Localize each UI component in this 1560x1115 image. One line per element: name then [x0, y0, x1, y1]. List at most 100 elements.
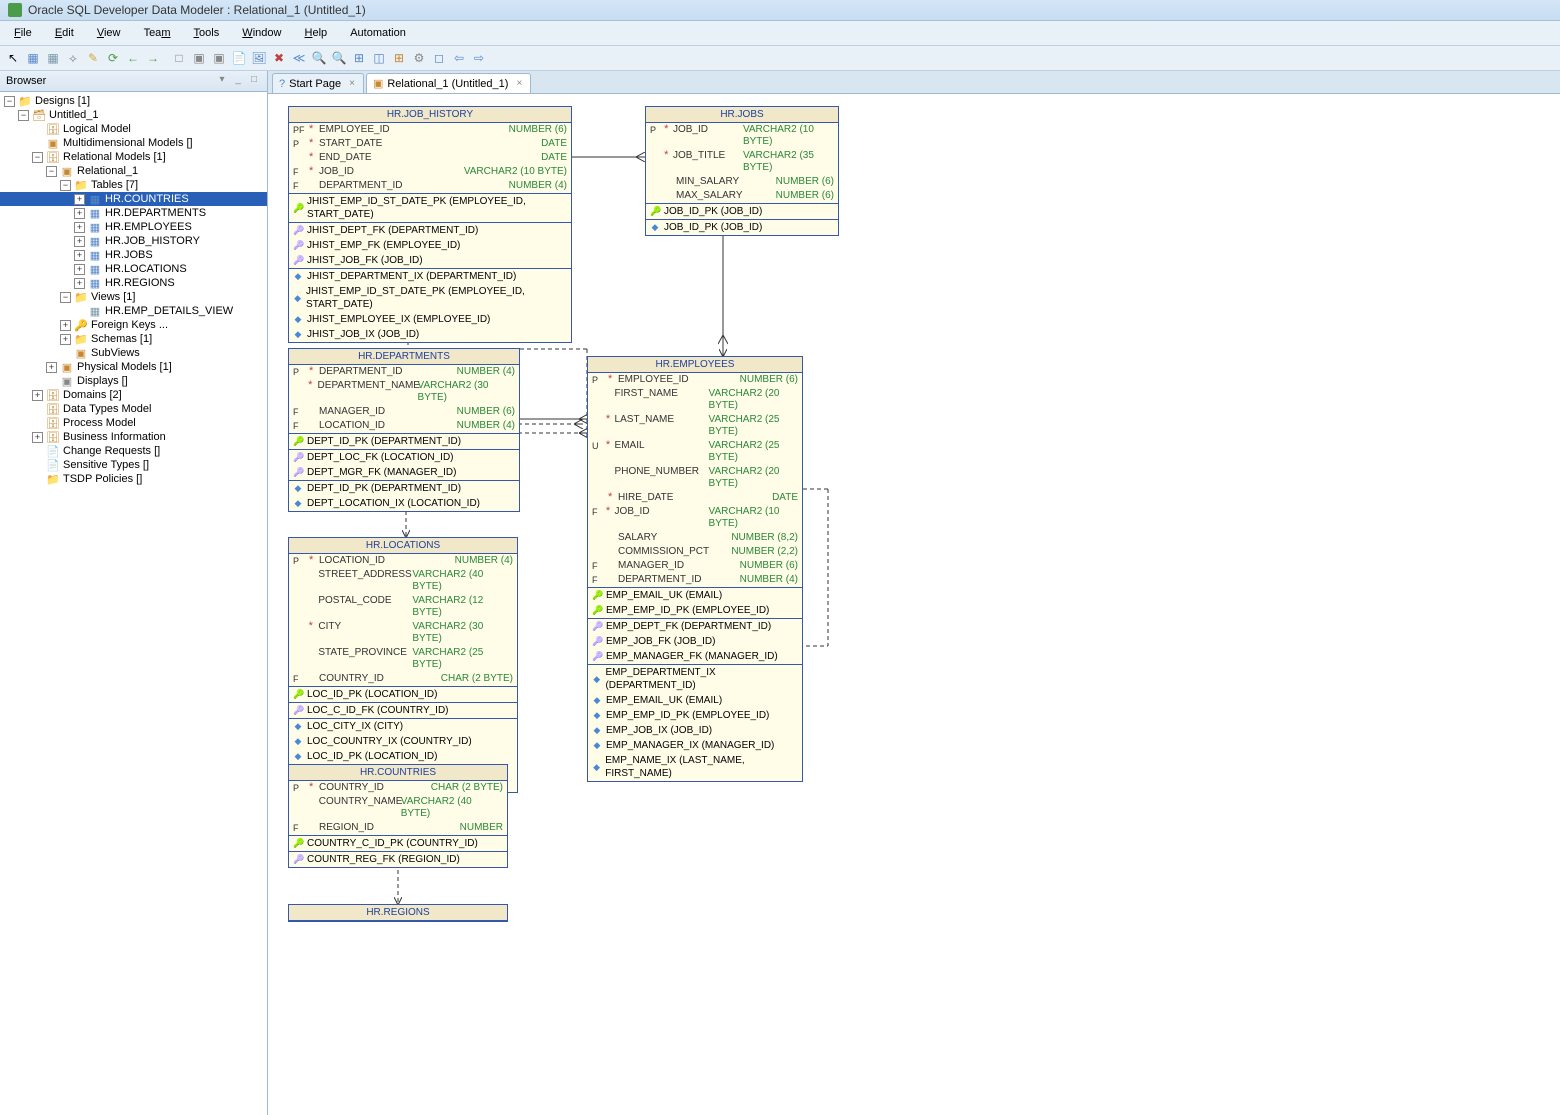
pointer-icon[interactable]: ↖: [4, 49, 22, 67]
erd-column: P * JOB_ID VARCHAR2 (10 BYTE): [646, 123, 838, 149]
delete-icon[interactable]: ✖: [270, 49, 288, 67]
tree-table-departments[interactable]: +▦HR.DEPARTMENTS: [0, 206, 267, 220]
tree-subviews[interactable]: ▣SubViews: [0, 346, 267, 360]
tree-relmodels[interactable]: −🗄Relational Models [1]: [0, 150, 267, 164]
erd-column: * END_DATE DATE: [289, 151, 571, 165]
refresh-icon[interactable]: ⟳: [104, 49, 122, 67]
img-icon[interactable]: 🖼: [250, 49, 268, 67]
erd-table-employees[interactable]: HR.EMPLOYEES P * EMPLOYEE_ID NUMBER (6) …: [587, 356, 803, 782]
browser-maximize-icon[interactable]: □: [247, 74, 261, 88]
erd-pk: LOC_ID_PK (LOCATION_ID): [289, 687, 517, 702]
tabbar: ?Start Page× ▣Relational_1 (Untitled_1)×: [268, 71, 1560, 93]
erd-index: DEPT_ID_PK (DEPARTMENT_ID): [289, 481, 519, 496]
erd-column: P * EMPLOYEE_ID NUMBER (6): [588, 373, 802, 387]
browser-panel: Browser ▾ _ □ −📁Designs [1] −🗃Untitled_1…: [0, 71, 268, 1115]
erd-title: HR.JOB_HISTORY: [289, 107, 571, 123]
tree-table-countries[interactable]: +▦HR.COUNTRIES: [0, 192, 267, 206]
nav-fwd-icon[interactable]: ⇨: [470, 49, 488, 67]
tree-table-jobs[interactable]: +▦HR.JOBS: [0, 248, 267, 262]
erd-pk: EMP_EMAIL_UK (EMAIL): [588, 588, 802, 603]
menu-window[interactable]: Window: [232, 23, 291, 43]
back-icon[interactable]: ←: [124, 49, 142, 67]
tree-dtypes[interactable]: 🗄Data Types Model: [0, 402, 267, 416]
erd-index: EMP_EMAIL_UK (EMAIL): [588, 693, 802, 708]
erd-column: COMMISSION_PCT NUMBER (2,2): [588, 545, 802, 559]
win1-icon[interactable]: □: [170, 49, 188, 67]
erd-column: P * START_DATE DATE: [289, 137, 571, 151]
box-icon[interactable]: ◻: [430, 49, 448, 67]
browser-dropdown-icon[interactable]: ▾: [215, 74, 229, 88]
tree-designs[interactable]: −📁Designs [1]: [0, 94, 267, 108]
browser-minimize-icon[interactable]: _: [231, 74, 245, 88]
tree-table-locations[interactable]: +▦HR.LOCATIONS: [0, 262, 267, 276]
link-icon[interactable]: ⟡: [64, 49, 82, 67]
new-icon[interactable]: 📄: [230, 49, 248, 67]
tree-logical[interactable]: 🗄Logical Model: [0, 122, 267, 136]
key-icon[interactable]: ✎: [84, 49, 102, 67]
tree-table-jobhistory[interactable]: +▦HR.JOB_HISTORY: [0, 234, 267, 248]
tab-start[interactable]: ?Start Page×: [272, 73, 364, 93]
erd-fk: COUNTR_REG_FK (REGION_ID): [289, 852, 507, 867]
tree-table-regions[interactable]: +▦HR.REGIONS: [0, 276, 267, 290]
tree-phys[interactable]: +▣Physical Models [1]: [0, 360, 267, 374]
tree-views[interactable]: −📁Views [1]: [0, 290, 267, 304]
menu-file[interactable]: File: [4, 23, 42, 43]
zoom-in-icon[interactable]: 🔍: [310, 49, 328, 67]
tree-binfo[interactable]: +🗄Business Information: [0, 430, 267, 444]
erd-table-jobs[interactable]: HR.JOBS P * JOB_ID VARCHAR2 (10 BYTE) * …: [645, 106, 839, 236]
erd-fk: JHIST_DEPT_FK (DEPARTMENT_ID): [289, 223, 571, 238]
menu-automation[interactable]: Automation: [340, 23, 416, 43]
tree-multi[interactable]: ▣Multidimensional Models []: [0, 136, 267, 150]
tree-pmodel[interactable]: 🗄Process Model: [0, 416, 267, 430]
tree-displays[interactable]: ▣Displays []: [0, 374, 267, 388]
erd-table-countries[interactable]: HR.COUNTRIES P * COUNTRY_ID CHAR (2 BYTE…: [288, 764, 508, 868]
menu-tools[interactable]: Tools: [184, 23, 230, 43]
erd-column: F LOCATION_ID NUMBER (4): [289, 419, 519, 433]
tree-stypes[interactable]: 📄Sensitive Types []: [0, 458, 267, 472]
browser-header: Browser ▾ _ □: [0, 71, 267, 92]
find-icon[interactable]: ≪: [290, 49, 308, 67]
win3-icon[interactable]: ▣: [210, 49, 228, 67]
fwd-icon[interactable]: →: [144, 49, 162, 67]
erd-fk: EMP_JOB_FK (JOB_ID): [588, 634, 802, 649]
tree-view-empdetails[interactable]: ▦HR.EMP_DETAILS_VIEW: [0, 304, 267, 318]
close-icon[interactable]: ×: [349, 78, 355, 89]
erd-column: * CITY VARCHAR2 (30 BYTE): [289, 620, 517, 646]
menu-help[interactable]: Help: [295, 23, 338, 43]
tree-table-employees[interactable]: +▦HR.EMPLOYEES: [0, 220, 267, 234]
erd-column: STREET_ADDRESS VARCHAR2 (40 BYTE): [289, 568, 517, 594]
close-icon[interactable]: ×: [516, 78, 522, 89]
tree-domains[interactable]: +🗄Domains [2]: [0, 388, 267, 402]
fit-icon[interactable]: ⊞: [350, 49, 368, 67]
tree[interactable]: −📁Designs [1] −🗃Untitled_1 🗄Logical Mode…: [0, 92, 267, 1115]
erd-column: PHONE_NUMBER VARCHAR2 (20 BYTE): [588, 465, 802, 491]
menu-edit[interactable]: Edit: [45, 23, 84, 43]
view-icon[interactable]: ▦: [44, 49, 62, 67]
tree-schemas[interactable]: +📁Schemas [1]: [0, 332, 267, 346]
erd-index: JHIST_DEPARTMENT_IX (DEPARTMENT_ID): [289, 269, 571, 284]
tab-relational[interactable]: ▣Relational_1 (Untitled_1)×: [366, 73, 531, 93]
tree-creq[interactable]: 📄Change Requests []: [0, 444, 267, 458]
menu-view[interactable]: View: [87, 23, 131, 43]
menu-team[interactable]: Team: [134, 23, 181, 43]
layout1-icon[interactable]: ◫: [370, 49, 388, 67]
erd-table-regions[interactable]: HR.REGIONS: [288, 904, 508, 922]
erd-fk: JHIST_JOB_FK (JOB_ID): [289, 253, 571, 268]
erd-column: F MANAGER_ID NUMBER (6): [289, 405, 519, 419]
grid-icon[interactable]: ▦: [24, 49, 42, 67]
tree-tables[interactable]: −📁Tables [7]: [0, 178, 267, 192]
zoom-out-icon[interactable]: 🔍: [330, 49, 348, 67]
tree-rel1[interactable]: −▣Relational_1: [0, 164, 267, 178]
tree-fkeys[interactable]: +🔑Foreign Keys ...: [0, 318, 267, 332]
tree-untitled[interactable]: −🗃Untitled_1: [0, 108, 267, 122]
erd-table-job-history[interactable]: HR.JOB_HISTORY PF * EMPLOYEE_ID NUMBER (…: [288, 106, 572, 343]
diagram-canvas[interactable]: HR.JOB_HISTORY PF * EMPLOYEE_ID NUMBER (…: [268, 93, 1560, 1115]
erd-column: * DEPARTMENT_NAME VARCHAR2 (30 BYTE): [289, 379, 519, 405]
gear-icon[interactable]: ⚙: [410, 49, 428, 67]
layout2-icon[interactable]: ⊞: [390, 49, 408, 67]
erd-table-departments[interactable]: HR.DEPARTMENTS P * DEPARTMENT_ID NUMBER …: [288, 348, 520, 512]
tree-tsdp[interactable]: 📁TSDP Policies []: [0, 472, 267, 486]
erd-table-locations[interactable]: HR.LOCATIONS P * LOCATION_ID NUMBER (4) …: [288, 537, 518, 793]
win2-icon[interactable]: ▣: [190, 49, 208, 67]
nav-back-icon[interactable]: ⇦: [450, 49, 468, 67]
